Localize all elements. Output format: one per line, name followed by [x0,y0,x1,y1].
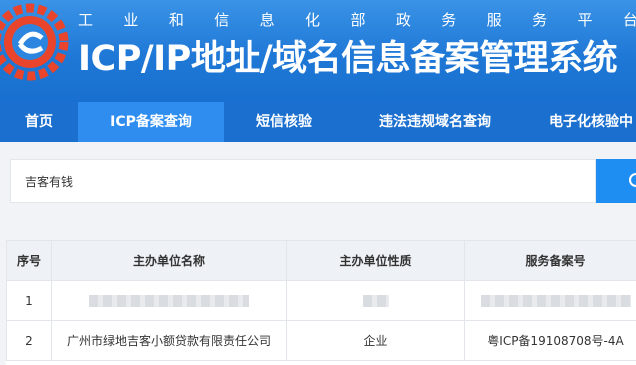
table-header-row: 序号 主办单位名称 主办单位性质 服务备案号 [6,240,636,281]
row-organizer-name: 广州市绿地吉客小额贷款有限责任公司 [51,320,287,361]
header-index: 序号 [6,240,52,281]
site-logo [0,3,69,81]
header-organizer-name: 主办单位名称 [51,240,287,281]
subtitle-char: 工 [78,11,94,29]
redacted-text [362,295,389,307]
row-index: 1 [6,280,52,321]
subtitle-char: 部 [350,11,366,29]
subtitle-char: 业 [123,11,139,29]
subtitle-char: 务 [532,11,548,29]
subtitle-char: 化 [305,11,321,29]
subtitle-char: 政 [395,11,411,29]
results-table: 序号 主办单位名称 主办单位性质 服务备案号 1 2 广州市绿地吉客小额贷款有限… [6,240,636,361]
subtitle-char: 服 [486,11,502,29]
search-panel [0,142,636,226]
subtitle-char: 信 [214,11,230,29]
search-input[interactable] [10,159,596,203]
nav-item-home[interactable]: 首页 [0,102,78,142]
table-row[interactable]: 2 广州市绿地吉客小额贷款有限责任公司 企业 粤ICP备19108708号-4A [6,320,636,361]
header-subtitle: 工 业 和 信 息 化 部 政 务 服 务 平 台 [78,9,636,31]
redacted-text [480,295,631,307]
row-organizer-nature [286,280,465,321]
results-table-wrap: 序号 主办单位名称 主办单位性质 服务备案号 1 2 广州市绿地吉客小额贷款有限… [6,240,636,365]
search-button[interactable] [596,159,636,203]
redacted-text [89,295,249,307]
table-row[interactable]: 1 [6,280,636,321]
row-license-number [464,280,636,321]
subtitle-char: 息 [259,11,275,29]
nav-item-sms-verify[interactable]: 短信核验 [224,102,344,142]
row-index: 2 [6,320,52,361]
site-header: 工 业 和 信 息 化 部 政 务 服 务 平 台 ICP/IP地址/域名信息备… [0,0,636,102]
row-organizer-name [51,280,287,321]
nav-item-icp-query[interactable]: ICP备案查询 [78,102,224,142]
row-license-number: 粤ICP备19108708号-4A [464,320,636,361]
nav-item-e-verify[interactable]: 电子化核验中 [526,102,636,142]
header-license-number: 服务备案号 [464,240,636,281]
subtitle-char: 和 [168,11,184,29]
subtitle-char: 务 [441,11,457,29]
site-title: ICP/IP地址/域名信息备案管理系统 [78,39,618,79]
header-organizer-nature: 主办单位性质 [286,240,465,281]
nav-item-illegal-domain[interactable]: 违法违规域名查询 [344,102,526,142]
subtitle-char: 平 [577,11,593,29]
row-organizer-nature: 企业 [286,320,465,361]
search-icon [629,173,636,187]
main-nav: 首页 ICP备案查询 短信核验 违法违规域名查询 电子化核验中 [0,102,636,142]
subtitle-char: 台 [622,11,636,29]
